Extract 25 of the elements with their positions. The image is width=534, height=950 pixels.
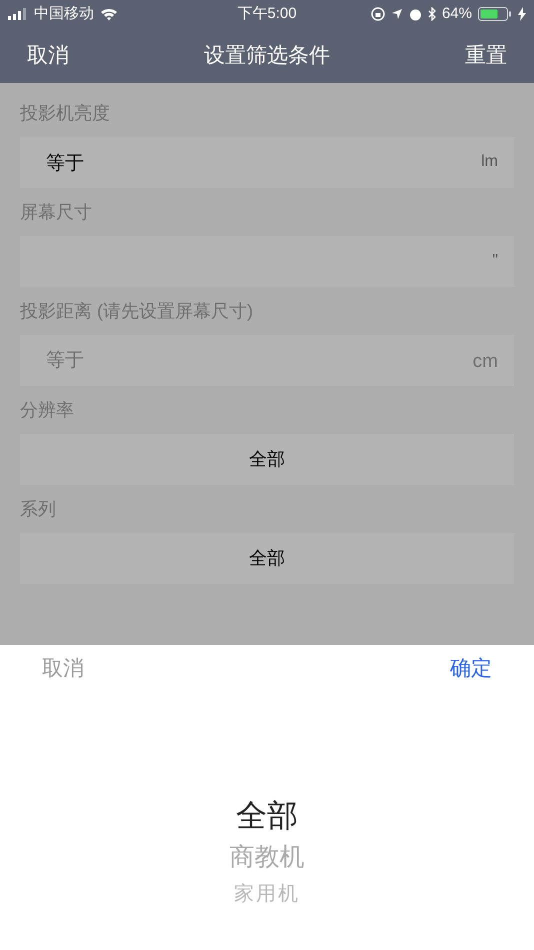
cancel-button[interactable]: 取消: [27, 40, 69, 72]
carrier-name: 中国移动: [34, 4, 94, 24]
rotation-lock-icon: [370, 7, 385, 21]
signal-icon: [8, 8, 28, 20]
picker-option[interactable]: 全部: [236, 793, 298, 839]
field-label: 系列: [20, 498, 57, 521]
field-label: 投影机亮度: [20, 102, 111, 125]
field-label: 投影距离 (请先设置屏幕尺寸): [20, 300, 254, 323]
unit-label: ": [492, 251, 498, 271]
charging-icon: [518, 7, 526, 21]
field-label: 屏幕尺寸: [20, 201, 93, 224]
location-icon: [390, 8, 403, 20]
select-field[interactable]: 全部: [20, 434, 514, 485]
select-field[interactable]: 全部: [20, 533, 514, 584]
field-label: 分辨率: [20, 399, 75, 422]
page-title: 设置筛选条件: [204, 42, 330, 69]
confirm-button[interactable]: 确定: [450, 653, 492, 685]
battery-icon: [478, 7, 512, 21]
wifi-icon: [100, 8, 118, 20]
clock: 下午5:00: [236, 4, 298, 24]
unit-label: cm: [472, 350, 498, 374]
reset-button[interactable]: 重置: [465, 40, 507, 72]
battery-percent: 64%: [442, 4, 472, 24]
bluetooth-icon: [428, 7, 436, 21]
unit-label: lm: [481, 152, 498, 172]
